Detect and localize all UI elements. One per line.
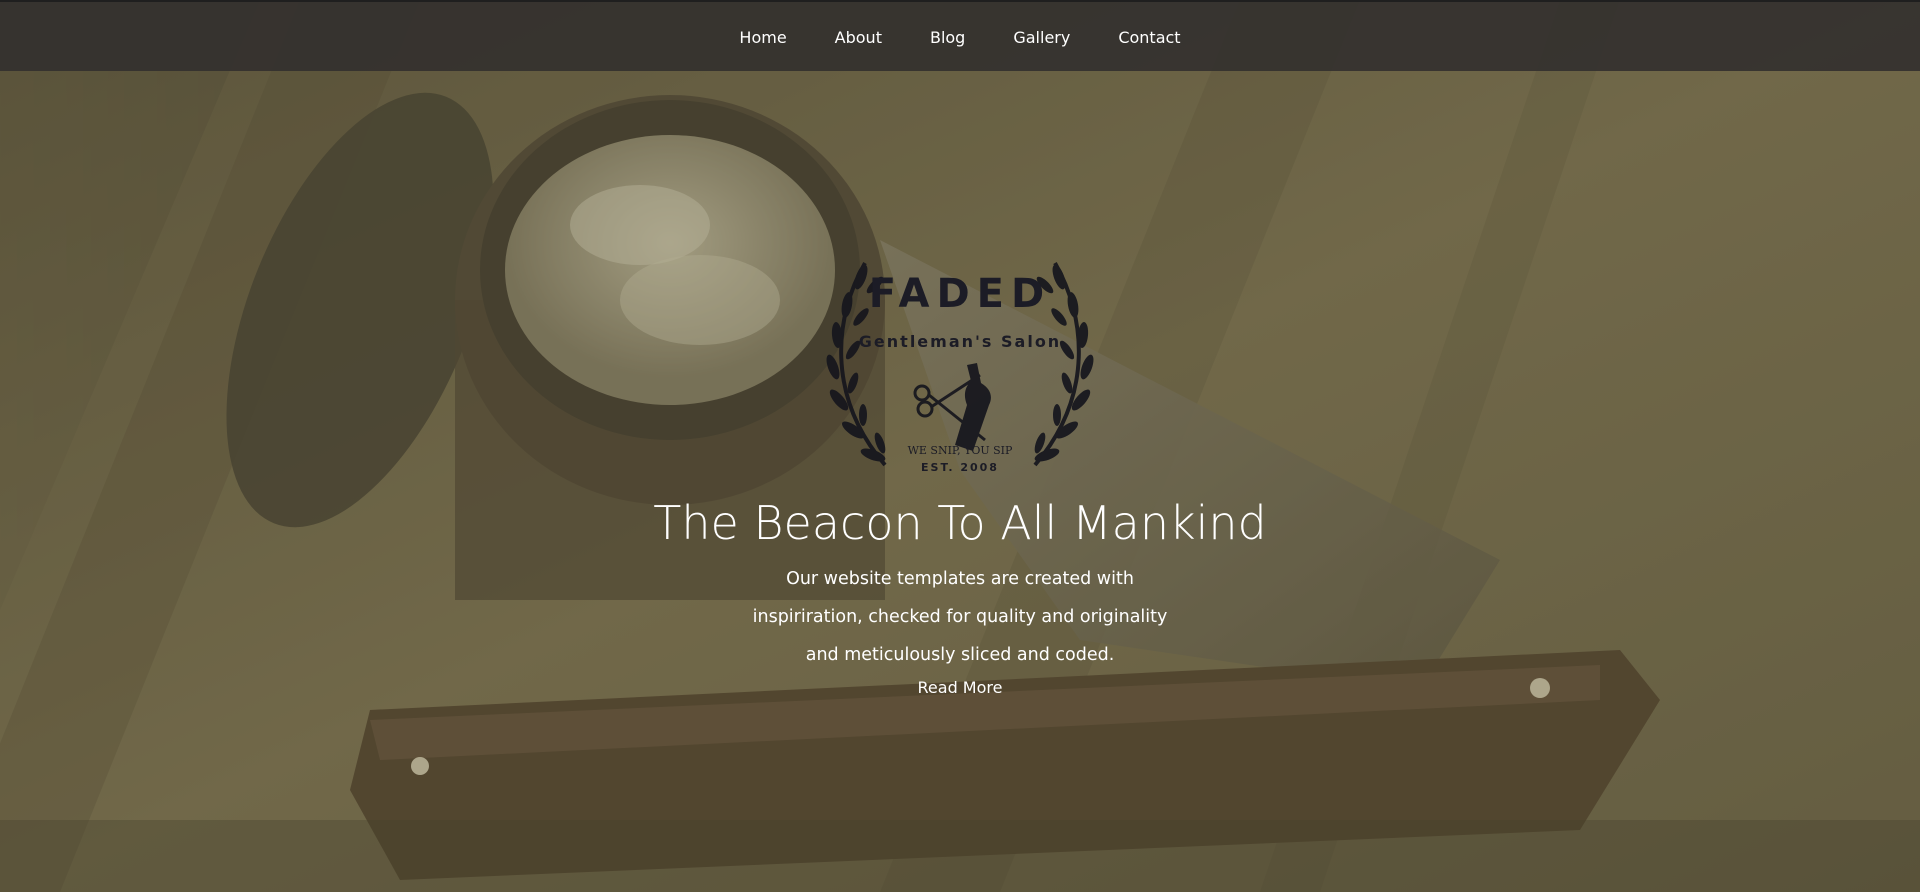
hero-title: The Beacon To All Mankind [653, 496, 1267, 550]
hero-description: Our website templates are created with i… [0, 560, 1920, 674]
read-more-link[interactable]: Read More [860, 678, 1060, 697]
nav-list: Home About Blog Gallery Contact [0, 2, 1920, 73]
hero-section: FADED Gentleman's Salon WE SNIP, YOU SIP… [0, 0, 1920, 892]
nav-item-home[interactable]: Home [739, 28, 786, 49]
nav-item-gallery[interactable]: Gallery [1013, 28, 1070, 49]
nav-item-blog[interactable]: Blog [930, 28, 965, 49]
nav-item-about[interactable]: About [835, 28, 882, 49]
page: Home About Blog Gallery Contact FADED Ge… [0, 0, 1920, 892]
hero-description-line: and meticulously sliced and coded. [805, 645, 1115, 665]
nav-item-contact[interactable]: Contact [1118, 28, 1180, 49]
hero-description-line: Our website templates are created with [786, 569, 1134, 589]
logo-established-text: EST. 2008 [921, 461, 999, 474]
logo-slogan-text: WE SNIP, YOU SIP [908, 444, 1013, 457]
faded-logo: FADED Gentleman's Salon WE SNIP, YOU SIP… [826, 262, 1094, 474]
top-navigation: Home About Blog Gallery Contact [0, 0, 1920, 71]
hero-description-line: inspiriration, checked for quality and o… [752, 607, 1168, 627]
logo-brand-text: FADED [869, 271, 1051, 317]
logo-subtitle-text: Gentleman's Salon [859, 332, 1061, 351]
